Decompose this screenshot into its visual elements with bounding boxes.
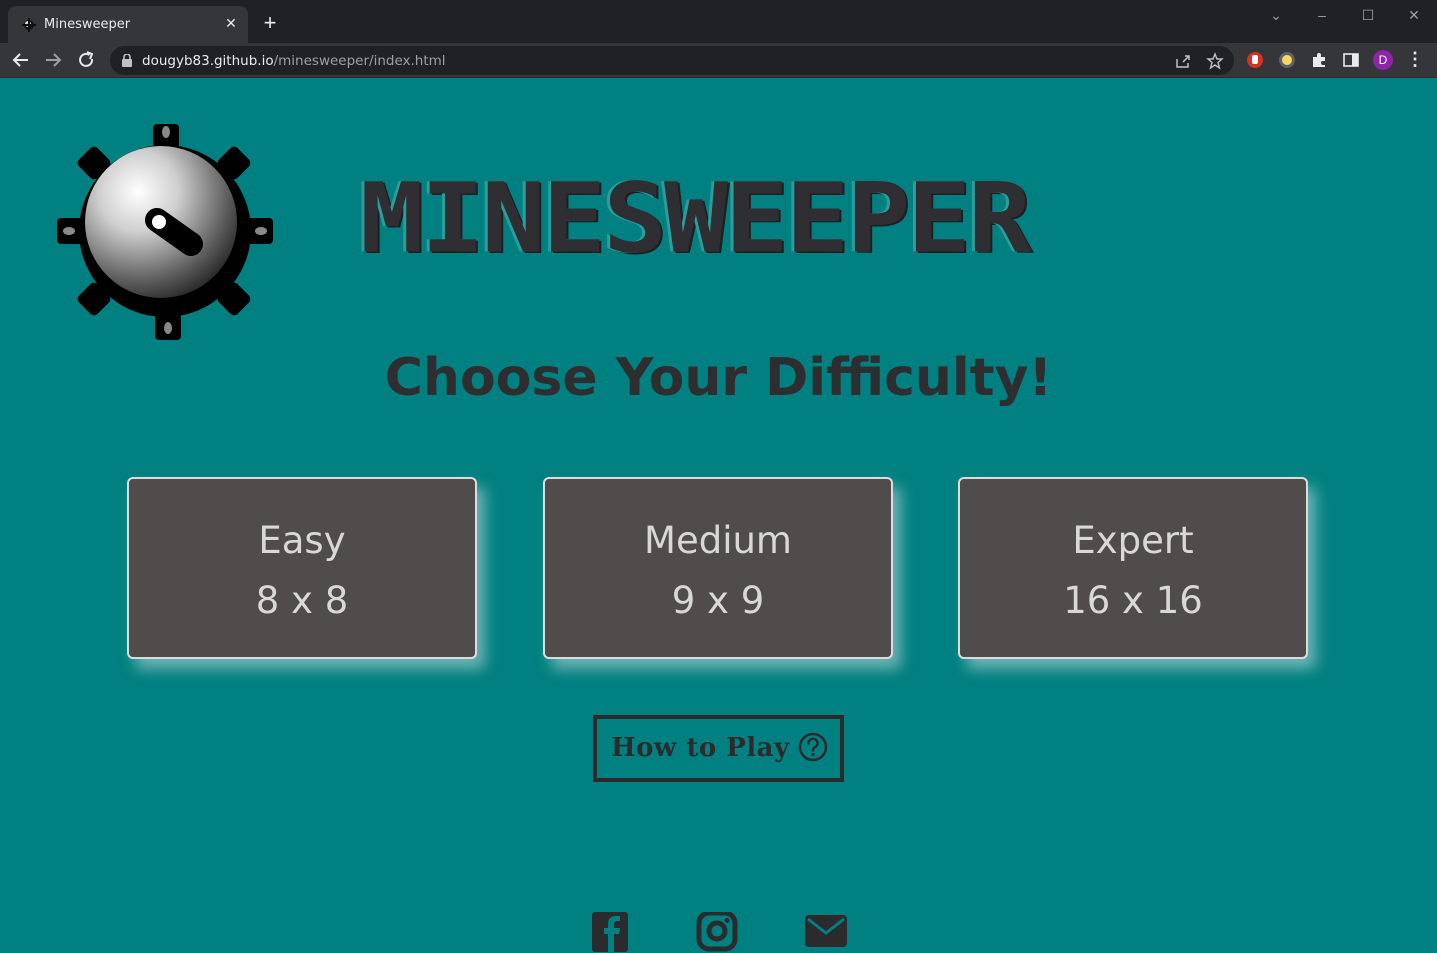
extensions-puzzle-icon[interactable] bbox=[1310, 51, 1328, 69]
question-mark-icon bbox=[798, 732, 828, 762]
page-body: MINESWEEPER Choose Your Difficulty! Easy… bbox=[0, 78, 1437, 953]
url-text: dougyb83.github.io/minesweeper/index.htm… bbox=[142, 53, 446, 69]
extension-yellow-icon[interactable] bbox=[1278, 51, 1296, 69]
close-window-button[interactable]: ✕ bbox=[1399, 4, 1429, 26]
difficulty-name: Easy bbox=[258, 519, 346, 562]
difficulty-size: 8 x 8 bbox=[255, 579, 349, 622]
difficulty-name: Medium bbox=[644, 519, 792, 562]
mine-favicon-icon bbox=[22, 18, 36, 32]
difficulty-size: 9 x 9 bbox=[671, 579, 765, 622]
lock-icon bbox=[122, 54, 132, 67]
new-tab-button[interactable]: + bbox=[258, 12, 282, 36]
maximize-button[interactable]: ☐ bbox=[1353, 4, 1383, 26]
address-bar[interactable]: dougyb83.github.io/minesweeper/index.htm… bbox=[110, 46, 1234, 75]
difficulty-expert-button[interactable]: Expert 16 x 16 bbox=[958, 477, 1308, 659]
extension-red-icon[interactable] bbox=[1246, 51, 1264, 69]
share-icon[interactable] bbox=[1174, 52, 1192, 70]
email-icon[interactable] bbox=[804, 912, 848, 952]
minimize-button[interactable]: – bbox=[1307, 4, 1337, 26]
difficulty-easy-button[interactable]: Easy 8 x 8 bbox=[127, 477, 477, 659]
side-panel-icon[interactable] bbox=[1342, 51, 1360, 69]
instagram-icon[interactable] bbox=[696, 912, 740, 952]
tab-title: Minesweeper bbox=[44, 17, 131, 32]
reload-icon[interactable] bbox=[73, 47, 99, 73]
tab-search-icon[interactable]: ⌄ bbox=[1261, 4, 1291, 26]
browser-tab[interactable]: Minesweeper ✕ bbox=[8, 6, 248, 43]
profile-avatar[interactable]: D bbox=[1373, 50, 1393, 70]
how-to-play-button[interactable]: How to Play bbox=[593, 715, 844, 782]
game-title: MINESWEEPER bbox=[360, 161, 1032, 275]
forward-icon[interactable] bbox=[40, 47, 66, 73]
difficulty-name: Expert bbox=[1072, 519, 1194, 562]
difficulty-medium-button[interactable]: Medium 9 x 9 bbox=[543, 477, 893, 659]
browser-titlebar: Minesweeper ✕ + ⌄ – ☐ ✕ bbox=[0, 0, 1437, 43]
facebook-icon[interactable] bbox=[590, 912, 634, 952]
back-icon[interactable] bbox=[8, 47, 34, 73]
mine-logo-icon bbox=[57, 124, 273, 340]
how-to-play-label: How to Play bbox=[611, 733, 790, 763]
menu-kebab-icon[interactable]: ⋮ bbox=[1405, 49, 1425, 71]
browser-toolbar: dougyb83.github.io/minesweeper/index.htm… bbox=[0, 43, 1437, 78]
bookmark-star-icon[interactable] bbox=[1206, 52, 1224, 70]
page-subtitle: Choose Your Difficulty! bbox=[384, 348, 1053, 408]
tab-close-icon[interactable]: ✕ bbox=[222, 14, 240, 32]
difficulty-size: 16 x 16 bbox=[1063, 579, 1203, 622]
